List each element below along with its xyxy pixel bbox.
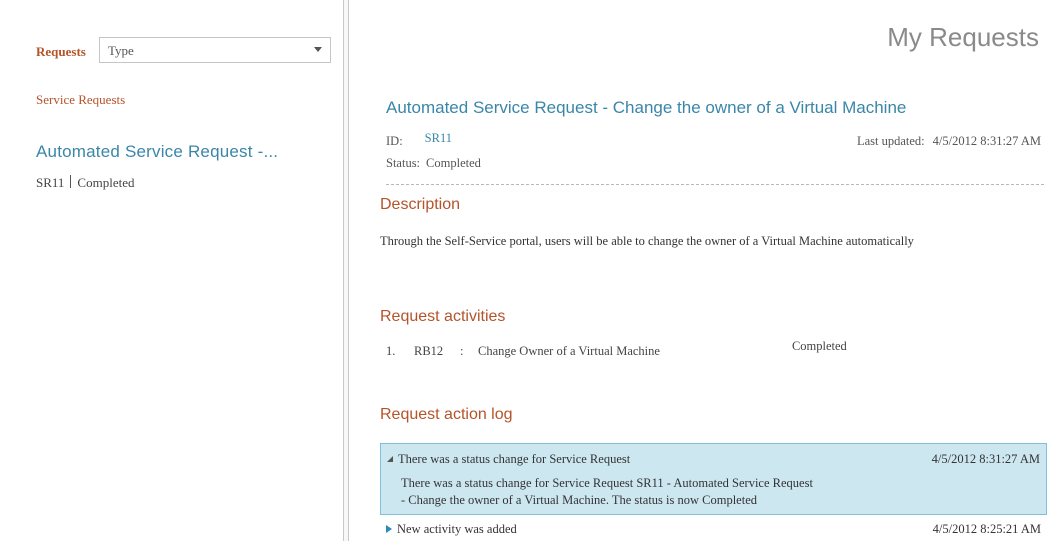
id-label: ID: [386, 134, 403, 148]
chevron-down-icon[interactable] [314, 47, 322, 52]
detail-pane: My Requests Automated Service Request - … [349, 0, 1051, 541]
log-entry-title-text: There was a status change for Service Re… [398, 452, 631, 466]
log-entry-timestamp: 4/5/2012 8:31:27 AM [931, 452, 1040, 466]
type-dropdown-value: Type [108, 43, 134, 58]
log-entry-title-text: New activity was added [397, 522, 517, 536]
activity-separator: : [460, 344, 464, 358]
request-list-item-meta: SR11 Completed [36, 175, 134, 191]
expand-triangle-icon[interactable] [386, 525, 392, 533]
request-title: Automated Service Request - Change the o… [386, 98, 907, 117]
description-heading: Description [380, 196, 461, 213]
activity-code: RB12 [414, 344, 444, 358]
activity-name: Change Owner of a Virtual Machine [478, 344, 660, 358]
activities-heading: Request activities [380, 308, 506, 325]
left-pane: Requests Type Service Requests Automated… [0, 0, 343, 541]
page-title: My Requests [887, 22, 1039, 52]
request-list-item-id: SR11 [36, 175, 65, 190]
log-entry-title[interactable]: New activity was added [386, 522, 517, 537]
description-text: Through the Self-Service portal, users w… [380, 234, 914, 248]
last-updated: Last updated: 4/5/2012 8:31:27 AM [857, 134, 1041, 149]
collapse-triangle-icon[interactable] [387, 456, 393, 462]
divider [386, 184, 1044, 185]
requests-filter-label: Requests [36, 44, 86, 59]
log-entry-title[interactable]: There was a status change for Service Re… [387, 452, 630, 467]
request-id-row: ID: SR11 [386, 131, 452, 149]
activity-status: Completed [791, 339, 847, 353]
log-entry-detail-line: There was a status change for Service Re… [401, 476, 813, 490]
request-id-link[interactable]: SR11 [425, 131, 452, 145]
log-entry-detail-line: - Change the owner of a Virtual Machine.… [401, 493, 757, 507]
last-updated-label: Last updated: [856, 134, 925, 148]
request-status-row: Status: Completed [386, 156, 481, 171]
activity-row[interactable]: 1. RB12: Change Owner of a Virtual Machine… [386, 339, 847, 359]
separator [70, 175, 72, 188]
type-dropdown[interactable]: Type [99, 37, 331, 63]
activity-number: 1. [386, 344, 396, 358]
log-entry-expanded[interactable]: There was a status change for Service Re… [380, 443, 1047, 515]
log-entry-detail: There was a status change for Service Re… [401, 475, 941, 509]
status-label: Status: [386, 156, 421, 170]
request-list-item-status: Completed [77, 175, 135, 190]
status-value: Completed [426, 156, 481, 170]
service-requests-link[interactable]: Service Requests [36, 92, 125, 108]
request-list-item-title[interactable]: Automated Service Request -... [36, 142, 278, 162]
last-updated-value: 4/5/2012 8:31:27 AM [932, 134, 1041, 148]
log-entry-timestamp: 4/5/2012 8:25:21 AM [932, 522, 1041, 536]
action-log-heading: Request action log [380, 406, 513, 423]
